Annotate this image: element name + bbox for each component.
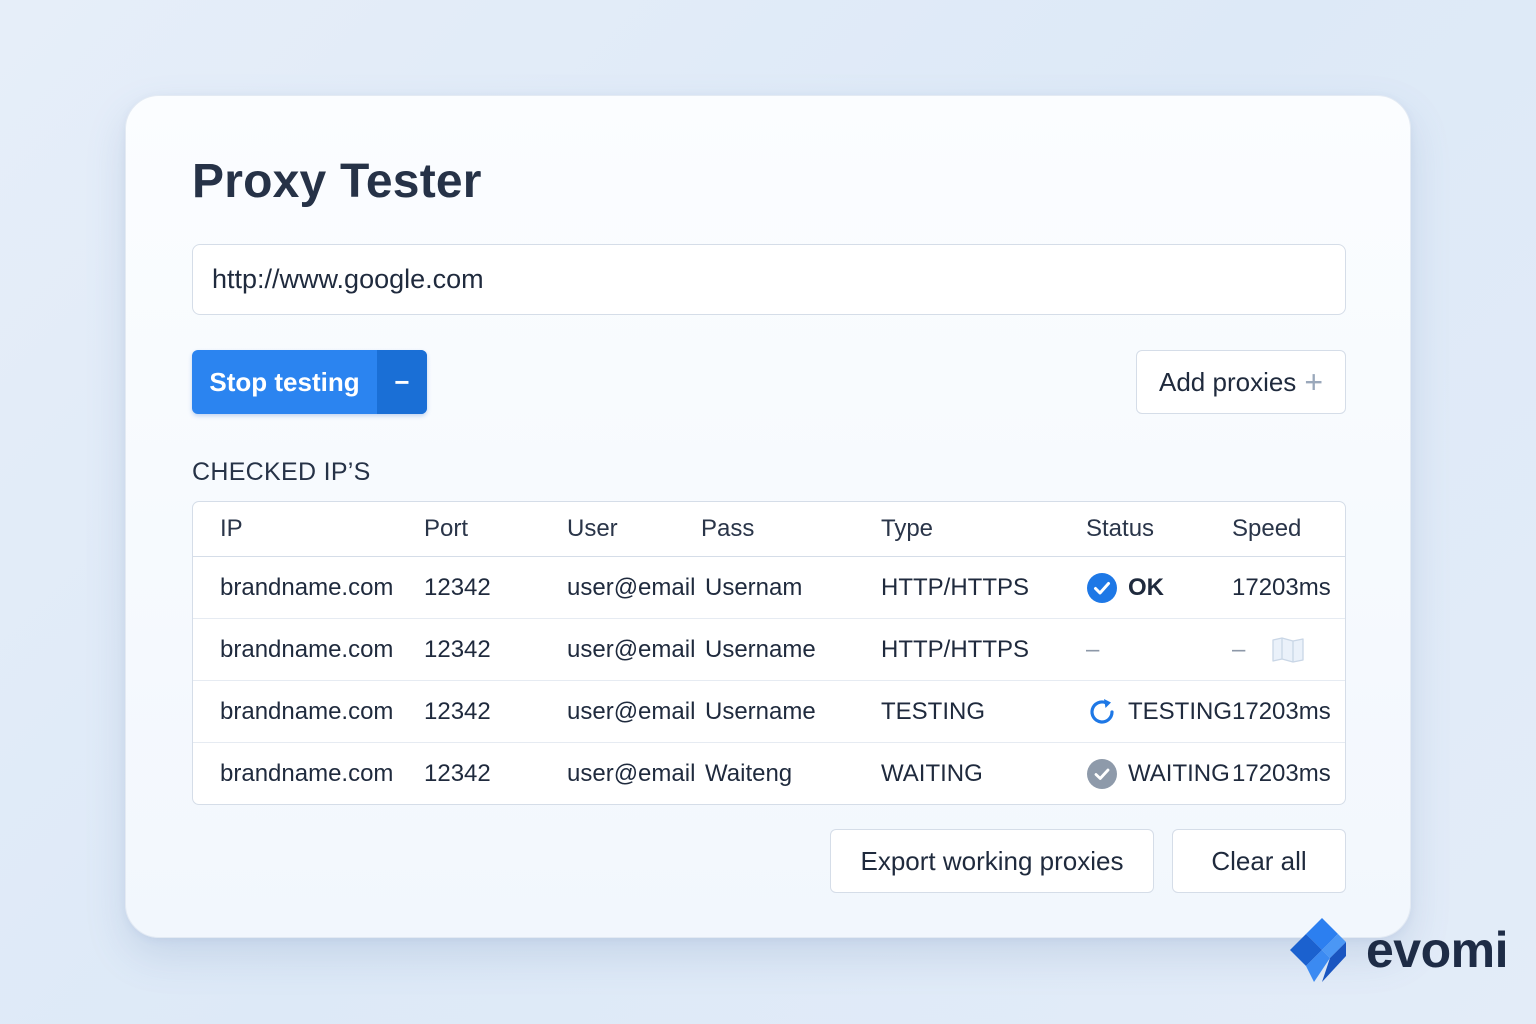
- column-header-status[interactable]: Status: [1086, 502, 1154, 556]
- table-row[interactable]: brandname.com 12342 user@email Waiteng W…: [193, 743, 1345, 804]
- add-proxies-label: Add proxies: [1159, 366, 1297, 397]
- cell-port: 12342: [424, 573, 491, 601]
- cell-type: HTTP/HTTPS: [881, 573, 1029, 601]
- checked-ips-table: IP Port User Pass Type Status Speed bran…: [192, 501, 1346, 805]
- add-proxies-button[interactable]: Add proxies +: [1136, 350, 1346, 414]
- status-text: TESTING: [1128, 697, 1233, 725]
- status-text: WAITING: [1128, 760, 1230, 787]
- column-header-type[interactable]: Type: [881, 502, 933, 556]
- table-row[interactable]: brandname.com 12342 user@email Username …: [193, 681, 1345, 743]
- evomi-logo-icon: [1284, 912, 1360, 993]
- check-circle-gray-icon: [1086, 758, 1118, 790]
- refresh-icon: [1086, 696, 1118, 728]
- plus-icon: +: [1304, 364, 1323, 400]
- column-header-pass[interactable]: Pass: [701, 502, 754, 556]
- column-header-user[interactable]: User: [567, 502, 618, 556]
- cell-ip: brandname.com: [220, 697, 394, 725]
- cell-status: TESTING: [1086, 681, 1232, 742]
- page-title: Proxy Tester: [192, 155, 482, 208]
- minus-icon[interactable]: −: [377, 350, 427, 414]
- cell-ip: brandname.com: [220, 760, 394, 787]
- column-header-port[interactable]: Port: [424, 502, 468, 556]
- cell-ip: brandname.com: [220, 573, 394, 601]
- cell-speed: 17203ms: [1232, 760, 1331, 787]
- cell-pass: Usernam: [705, 573, 803, 601]
- url-input[interactable]: [192, 244, 1346, 315]
- clear-all-button[interactable]: Clear all: [1172, 829, 1346, 893]
- cell-pass: Username: [705, 635, 816, 663]
- cell-type: TESTING: [881, 697, 986, 725]
- table-header-row: IP Port User Pass Type Status Speed: [193, 502, 1345, 557]
- cell-user: user@email: [567, 635, 696, 663]
- cell-status: WAITING: [1086, 743, 1230, 804]
- cell-user: user@email: [567, 573, 696, 601]
- speed-text: –: [1232, 635, 1246, 663]
- cell-ip: brandname.com: [220, 635, 394, 663]
- proxy-tester-card: Proxy Tester Stop testing − Add proxies …: [125, 95, 1411, 938]
- brand-name: evomi: [1366, 921, 1509, 978]
- cell-type: HTTP/HTTPS: [881, 635, 1029, 663]
- column-header-ip[interactable]: IP: [220, 502, 243, 556]
- cell-speed: 17203ms: [1232, 573, 1331, 601]
- stop-testing-button[interactable]: Stop testing −: [192, 350, 427, 414]
- cell-pass: Waiteng: [705, 760, 793, 787]
- stop-testing-label: Stop testing: [209, 366, 360, 397]
- checked-ips-heading: CHECKED IP’S: [192, 458, 371, 486]
- table-row[interactable]: brandname.com 12342 user@email Usernam H…: [193, 557, 1345, 619]
- cell-port: 12342: [424, 760, 491, 787]
- cell-user: user@email: [567, 760, 696, 787]
- status-text: OK: [1128, 573, 1164, 601]
- cell-pass: Username: [705, 697, 816, 725]
- cell-port: 12342: [424, 635, 491, 663]
- table-row[interactable]: brandname.com 12342 user@email Username …: [193, 619, 1345, 681]
- cell-status: OK: [1086, 557, 1164, 618]
- status-text: –: [1086, 635, 1100, 663]
- cell-status: –: [1086, 619, 1099, 680]
- flag-icon: [1271, 636, 1305, 664]
- cell-type: WAITING: [881, 760, 983, 787]
- cell-port: 12342: [424, 697, 491, 725]
- cell-speed: –: [1232, 619, 1305, 680]
- cell-speed: 17203ms: [1232, 697, 1331, 725]
- cell-user: user@email: [567, 697, 696, 725]
- column-header-speed[interactable]: Speed: [1232, 502, 1301, 556]
- check-circle-icon: [1086, 572, 1118, 604]
- export-working-proxies-button[interactable]: Export working proxies: [830, 829, 1154, 893]
- brand-logo: evomi: [1284, 912, 1509, 993]
